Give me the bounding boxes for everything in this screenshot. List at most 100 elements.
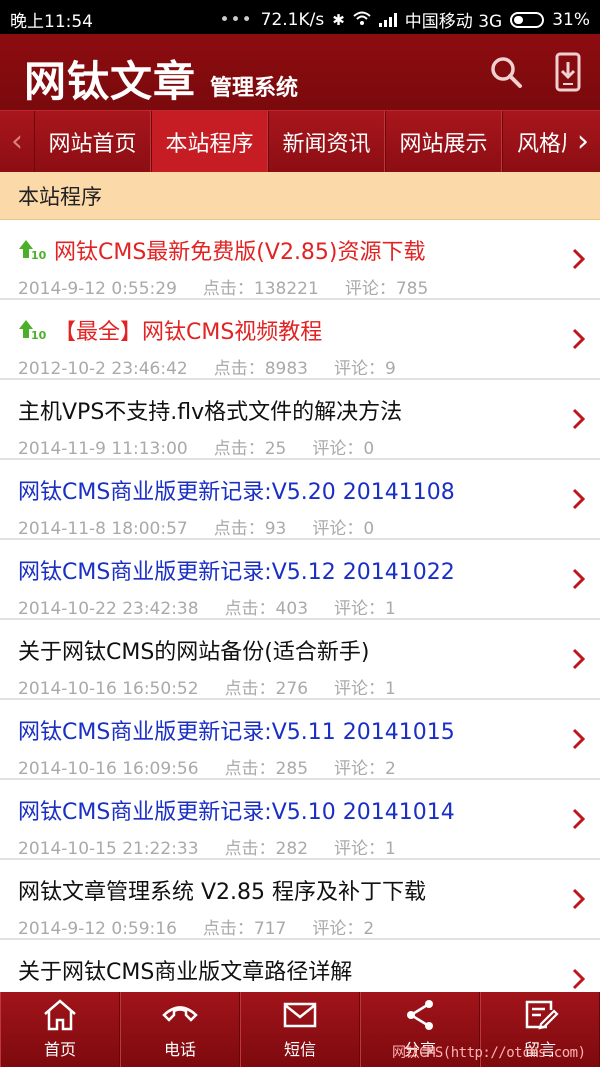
item-comments: 评论：2 xyxy=(334,759,396,779)
bluetooth-icon: ✱ xyxy=(332,10,345,29)
item-comments: 评论：0 xyxy=(312,519,375,539)
item-title: 关于网钛CMS的网站备份(适合新手) xyxy=(18,640,370,665)
section-title: 本站程序 xyxy=(0,172,600,220)
item-comments: 评论：1 xyxy=(334,839,396,859)
item-date: 2014-11-9 11:13:00 xyxy=(18,439,188,459)
item-clicks: 点击：282 xyxy=(224,839,309,859)
item-meta: 2014-11-8 18:00:57 点击：93 评论：0 xyxy=(18,514,400,539)
bottom-phone-label: 电话 xyxy=(163,1040,196,1059)
item-title-row: 10 【最全】网钛CMS视频教程 xyxy=(18,314,322,346)
list-item[interactable]: 网钛CMS商业版更新记录:V5.12 20141022 2014-10-22 2… xyxy=(0,540,600,620)
chevron-right-icon xyxy=(572,488,586,510)
tab-news[interactable]: 新闻资讯 xyxy=(268,111,385,172)
list-item[interactable]: 关于网钛CMS的网站备份(适合新手) 2014-10-16 16:50:52 点击… xyxy=(0,620,600,700)
item-date: 2014-9-12 0:55:29 xyxy=(18,279,177,299)
chevron-right-icon xyxy=(572,968,586,990)
search-icon[interactable] xyxy=(488,54,524,90)
bottom-sms-label: 短信 xyxy=(283,1040,316,1059)
chevron-right-icon xyxy=(572,728,586,750)
svg-text:10: 10 xyxy=(31,249,47,262)
phone-icon xyxy=(162,1006,198,1022)
item-clicks: 点击：138221 xyxy=(202,279,319,299)
chevron-right-icon xyxy=(572,408,586,430)
list-item[interactable]: 网钛CMS商业版更新记录:V5.20 20141108 2014-11-8 18… xyxy=(0,460,600,540)
logo-subtitle: 管理系统 xyxy=(210,76,299,101)
list-item[interactable]: 主机VPS不支持.flv格式文件的解决方法 2014-11-9 11:13:00… xyxy=(0,380,600,460)
item-title: 网钛文章管理系统 V2.85 程序及补丁下载 xyxy=(18,880,427,905)
item-clicks: 点击：8983 xyxy=(213,359,308,379)
item-meta: 2014-11-9 11:13:00 点击：25 评论：0 xyxy=(18,434,400,459)
top-up-icon: 10 xyxy=(19,240,47,262)
item-comments: 评论：9 xyxy=(334,359,396,379)
item-date: 2014-10-22 23:42:38 xyxy=(18,599,199,619)
app-header: 网钛文章 管理系统 xyxy=(0,34,600,110)
wifi-icon xyxy=(353,11,371,29)
bottom-home-button[interactable]: 首页 xyxy=(0,992,120,1067)
status-bar: 晚上11:54 ••• 72.1K/s ✱ 中国移动 3G 31% xyxy=(0,0,600,34)
list-item[interactable]: 10 网钛CMS最新免费版(V2.85)资源下载 2014-9-12 0:55:… xyxy=(0,220,600,300)
chevron-right-icon xyxy=(572,808,586,830)
battery-icon xyxy=(510,11,545,28)
nav-prev-icon[interactable]: ‹ xyxy=(0,111,34,172)
item-date: 2014-9-12 0:59:16 xyxy=(18,919,177,939)
item-clicks: 点击：403 xyxy=(224,599,309,619)
list-item[interactable]: 网钛文章管理系统 V2.85 程序及补丁下载 2014-9-12 0:59:16… xyxy=(0,860,600,940)
item-date: 2014-10-16 16:50:52 xyxy=(18,679,199,699)
item-date: 2014-10-15 21:22:33 xyxy=(18,839,199,859)
nav-next-icon[interactable]: › xyxy=(566,111,600,172)
svg-text:10: 10 xyxy=(31,329,47,342)
item-comments: 评论：785 xyxy=(344,279,429,299)
category-nav: ‹ 网站首页 本站程序 新闻资讯 网站展示 风格展示 › xyxy=(0,110,600,172)
item-meta: 2012-10-2 23:46:42 点击：8983 评论：9 xyxy=(18,354,422,379)
tab-styles[interactable]: 风格展示 xyxy=(502,111,566,172)
phone-download-icon[interactable] xyxy=(552,52,584,92)
item-clicks: 点击：717 xyxy=(202,919,287,939)
item-title: 网钛CMS商业版更新记录:V5.11 20141015 xyxy=(18,720,455,745)
item-title: 【最全】网钛CMS视频教程 xyxy=(54,320,323,345)
item-comments: 评论：1 xyxy=(334,599,396,619)
item-clicks: 点击：93 xyxy=(213,519,287,539)
item-meta: 2014-9-12 0:59:16 点击：717 评论：2 xyxy=(18,914,400,939)
item-meta: 2014-10-22 23:42:38 点击：403 评论：1 xyxy=(18,594,422,619)
item-title: 主机VPS不支持.flv格式文件的解决方法 xyxy=(18,400,403,425)
item-title: 网钛CMS商业版更新记录:V5.20 20141108 xyxy=(18,480,455,505)
item-title: 网钛CMS商业版更新记录:V5.12 20141022 xyxy=(18,560,455,585)
article-list: 10 网钛CMS最新免费版(V2.85)资源下载 2014-9-12 0:55:… xyxy=(0,220,600,1020)
list-item[interactable]: 网钛CMS商业版更新记录:V5.11 20141015 2014-10-16 1… xyxy=(0,700,600,780)
item-meta: 2014-9-12 0:55:29 点击：138221 评论：785 xyxy=(18,274,454,299)
item-clicks: 点击：25 xyxy=(213,439,287,459)
chevron-right-icon xyxy=(572,568,586,590)
status-right: ••• 72.1K/s ✱ 中国移动 3G 31% xyxy=(219,7,590,33)
bottom-phone-button[interactable]: 电话 xyxy=(120,992,240,1067)
item-clicks: 点击：276 xyxy=(224,679,309,699)
tab-home[interactable]: 网站首页 xyxy=(34,111,151,172)
item-comments: 评论：2 xyxy=(312,919,375,939)
signal-icon xyxy=(378,12,397,27)
mail-icon xyxy=(283,1002,317,1028)
item-comments: 评论：0 xyxy=(312,439,375,459)
item-meta: 2014-10-16 16:50:52 点击：276 评论：1 xyxy=(18,674,422,699)
battery-level: 31% xyxy=(552,9,590,30)
tab-showcase[interactable]: 网站展示 xyxy=(385,111,502,172)
status-time: 晚上11:54 xyxy=(10,12,93,32)
notification-dots-icon: ••• xyxy=(219,9,253,30)
bottom-sms-button[interactable]: 短信 xyxy=(240,992,360,1067)
item-title-row: 10 网钛CMS最新免费版(V2.85)资源下载 xyxy=(18,234,426,266)
list-item[interactable]: 网钛CMS商业版更新记录:V5.10 20141014 2014-10-15 2… xyxy=(0,780,600,860)
chevron-right-icon xyxy=(572,248,586,270)
item-meta: 2014-10-16 16:09:56 点击：285 评论：2 xyxy=(18,754,422,779)
watermark-text: 网钛CMS(http://otcms.com) xyxy=(392,1045,586,1061)
network-speed: 72.1K/s xyxy=(260,9,325,30)
nav-tabs: 网站首页 本站程序 新闻资讯 网站展示 风格展示 xyxy=(34,111,566,172)
chevron-right-icon xyxy=(572,648,586,670)
item-date: 2014-10-16 16:09:56 xyxy=(18,759,199,779)
chevron-right-icon xyxy=(572,328,586,350)
item-meta: 2014-10-15 21:22:33 点击：282 评论：1 xyxy=(18,834,422,859)
share-icon xyxy=(407,1000,433,1030)
edit-icon xyxy=(525,1000,559,1030)
item-date: 2014-11-8 18:00:57 xyxy=(18,519,188,539)
list-item[interactable]: 10 【最全】网钛CMS视频教程 2012-10-2 23:46:42 点击：89… xyxy=(0,300,600,380)
item-date: 2012-10-2 23:46:42 xyxy=(18,359,188,379)
item-clicks: 点击：285 xyxy=(224,759,309,779)
tab-programs[interactable]: 本站程序 xyxy=(151,111,268,172)
